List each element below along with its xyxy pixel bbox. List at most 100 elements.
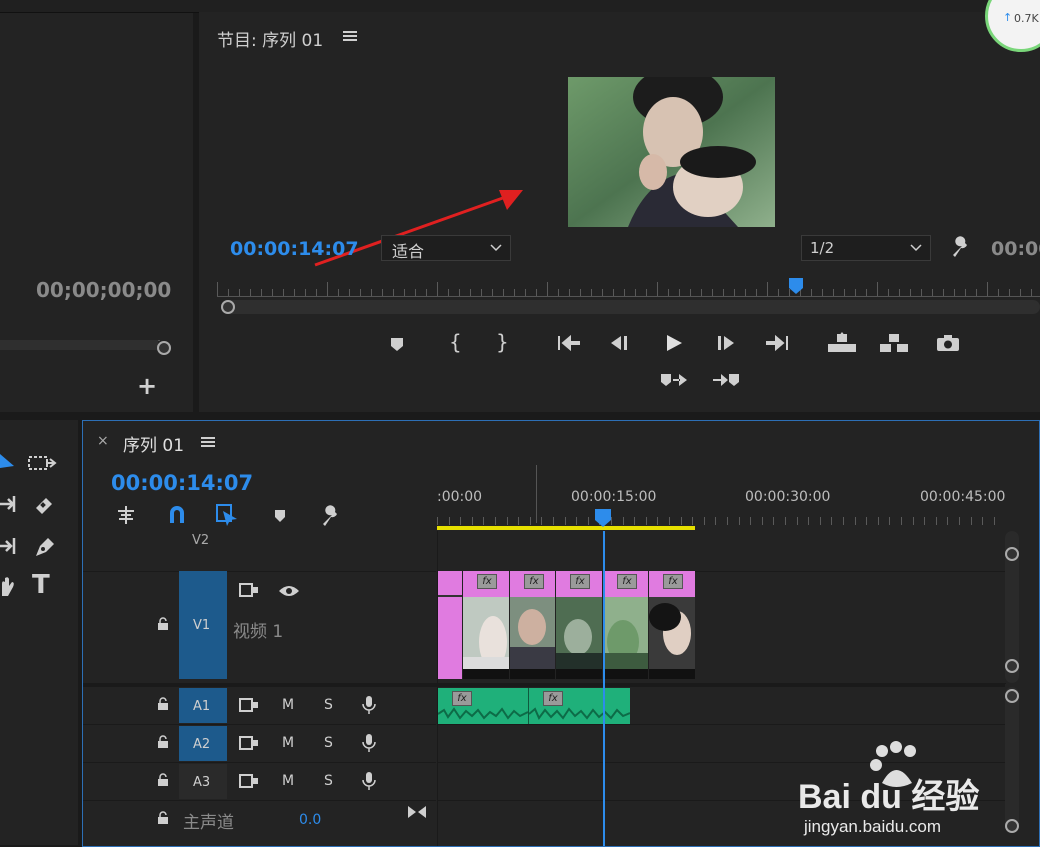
lock-icon[interactable] bbox=[157, 811, 169, 825]
program-scrub-ruler[interactable] bbox=[217, 280, 1040, 297]
microphone-icon[interactable] bbox=[362, 695, 376, 715]
scroll-handle[interactable] bbox=[1005, 819, 1019, 833]
track-v1-target[interactable]: V1 bbox=[179, 571, 227, 679]
scroll-handle[interactable] bbox=[1005, 659, 1019, 673]
linked-selection-icon[interactable] bbox=[215, 503, 239, 527]
program-zoom-handle[interactable] bbox=[221, 300, 235, 314]
wrench-icon[interactable] bbox=[319, 505, 341, 527]
chevron-down-icon bbox=[910, 244, 922, 252]
step-back-icon[interactable] bbox=[609, 334, 631, 352]
go-to-in-icon[interactable] bbox=[557, 334, 581, 352]
audio-tracks-scrollbar[interactable] bbox=[1005, 687, 1019, 833]
slip-tool-icon[interactable] bbox=[0, 536, 18, 556]
go-to-out-icon[interactable] bbox=[765, 334, 789, 352]
add-button[interactable]: + bbox=[137, 374, 157, 398]
ruler-tick bbox=[553, 517, 554, 525]
sync-lock-icon[interactable] bbox=[239, 583, 259, 597]
add-marker-icon[interactable] bbox=[273, 509, 287, 523]
sync-lock-icon[interactable] bbox=[239, 736, 259, 750]
scroll-handle[interactable] bbox=[1005, 689, 1019, 703]
close-icon[interactable]: × bbox=[97, 433, 109, 449]
mute-button[interactable]: M bbox=[282, 735, 294, 751]
overwrite-icon[interactable] bbox=[711, 372, 741, 388]
export-frame-icon[interactable] bbox=[936, 334, 960, 352]
lock-icon[interactable] bbox=[157, 773, 169, 787]
track-select-tool-icon[interactable] bbox=[28, 454, 58, 474]
fx-badge[interactable]: fx bbox=[524, 574, 544, 589]
fx-badge[interactable]: fx bbox=[617, 574, 637, 589]
eye-icon[interactable] bbox=[278, 584, 300, 598]
mute-button[interactable]: M bbox=[282, 697, 294, 713]
source-scrub-bar[interactable] bbox=[0, 330, 160, 350]
ripple-edit-tool-icon[interactable] bbox=[0, 494, 18, 514]
solo-button[interactable]: S bbox=[324, 697, 333, 713]
bowtie-icon[interactable] bbox=[407, 805, 427, 819]
ruler-tick bbox=[965, 289, 966, 296]
nest-sequence-icon[interactable] bbox=[115, 505, 137, 525]
microphone-icon[interactable] bbox=[362, 733, 376, 753]
mark-in-icon[interactable]: { bbox=[449, 330, 462, 354]
timeline-timecode[interactable]: 00:00:14:07 bbox=[111, 471, 253, 495]
source-zoom-handle[interactable] bbox=[157, 341, 171, 355]
panel-menu-icon[interactable] bbox=[343, 30, 357, 42]
type-tool-icon[interactable]: T bbox=[32, 570, 50, 600]
audio-clip[interactable]: fx bbox=[529, 688, 630, 724]
video-clip[interactable]: fx bbox=[649, 571, 695, 679]
video-clip[interactable]: fx bbox=[556, 571, 603, 679]
sequence-tab-name[interactable]: 序列 01 bbox=[123, 431, 184, 456]
video-tracks-scrollbar[interactable] bbox=[1005, 531, 1019, 683]
solo-button[interactable]: S bbox=[324, 735, 333, 751]
sync-lock-icon[interactable] bbox=[239, 774, 259, 788]
fx-badge[interactable]: fx bbox=[663, 574, 683, 589]
video-clip[interactable]: fx bbox=[603, 571, 649, 679]
microphone-icon[interactable] bbox=[362, 771, 376, 791]
ruler-tick bbox=[349, 289, 350, 296]
snap-magnet-icon[interactable] bbox=[167, 505, 187, 525]
fx-badge[interactable]: fx bbox=[477, 574, 497, 589]
program-playhead[interactable] bbox=[789, 278, 803, 294]
video-clip[interactable]: fx bbox=[510, 571, 556, 679]
pen-tool-icon[interactable] bbox=[32, 534, 56, 560]
program-timecode[interactable]: 00:00:14:07 bbox=[230, 238, 359, 260]
video-clip[interactable] bbox=[438, 571, 463, 679]
mute-button[interactable]: M bbox=[282, 773, 294, 789]
lock-icon[interactable] bbox=[157, 735, 169, 749]
scroll-handle[interactable] bbox=[1005, 547, 1019, 561]
lift-icon[interactable] bbox=[827, 332, 857, 354]
lock-icon[interactable] bbox=[157, 697, 169, 711]
play-icon[interactable] bbox=[664, 333, 684, 353]
selection-tool-icon[interactable] bbox=[0, 452, 16, 470]
insert-icon[interactable] bbox=[659, 372, 689, 388]
time-ruler[interactable]: :00:00 00:00:15:00 00:00:30:00 00:00:45:… bbox=[437, 465, 1005, 531]
track-a2-target[interactable]: A2 bbox=[179, 726, 227, 761]
audio-clip[interactable]: fx bbox=[438, 688, 529, 724]
resolution-dropdown[interactable]: 1/2 bbox=[801, 235, 931, 261]
ruler-tick bbox=[338, 289, 339, 296]
fx-badge[interactable]: fx bbox=[543, 691, 563, 706]
fx-badge[interactable]: fx bbox=[570, 574, 590, 589]
extract-icon[interactable] bbox=[879, 332, 909, 354]
ruler-tick bbox=[994, 517, 995, 525]
step-forward-icon[interactable] bbox=[716, 334, 738, 352]
video-clip[interactable]: fx bbox=[463, 571, 510, 679]
track-content-area[interactable]: fx fx fx fx fx fx fx Bai du 经验 jingyan.b… bbox=[437, 531, 1006, 846]
fit-dropdown[interactable]: 适合 bbox=[381, 235, 511, 261]
mark-out-icon[interactable]: } bbox=[496, 330, 509, 354]
lock-icon[interactable] bbox=[157, 617, 169, 631]
panel-menu-icon[interactable] bbox=[201, 436, 215, 448]
sync-lock-icon[interactable] bbox=[239, 698, 259, 712]
program-zoom-bar[interactable] bbox=[221, 300, 1040, 314]
fx-badge[interactable]: fx bbox=[452, 691, 472, 706]
wrench-icon[interactable] bbox=[949, 236, 971, 258]
solo-button[interactable]: S bbox=[324, 773, 333, 789]
work-area-bar[interactable] bbox=[437, 526, 695, 530]
ruler-tick bbox=[518, 517, 519, 525]
track-a1-target[interactable]: A1 bbox=[179, 688, 227, 723]
fit-dropdown-value: 适合 bbox=[392, 242, 425, 261]
master-volume-value[interactable]: 0.0 bbox=[299, 812, 321, 828]
hand-tool-icon[interactable] bbox=[0, 574, 16, 598]
track-a3-target[interactable]: A3 bbox=[179, 764, 227, 799]
razor-tool-icon[interactable] bbox=[32, 494, 56, 518]
add-marker-icon[interactable] bbox=[389, 336, 405, 352]
timeline-playhead-handle[interactable] bbox=[595, 509, 611, 527]
